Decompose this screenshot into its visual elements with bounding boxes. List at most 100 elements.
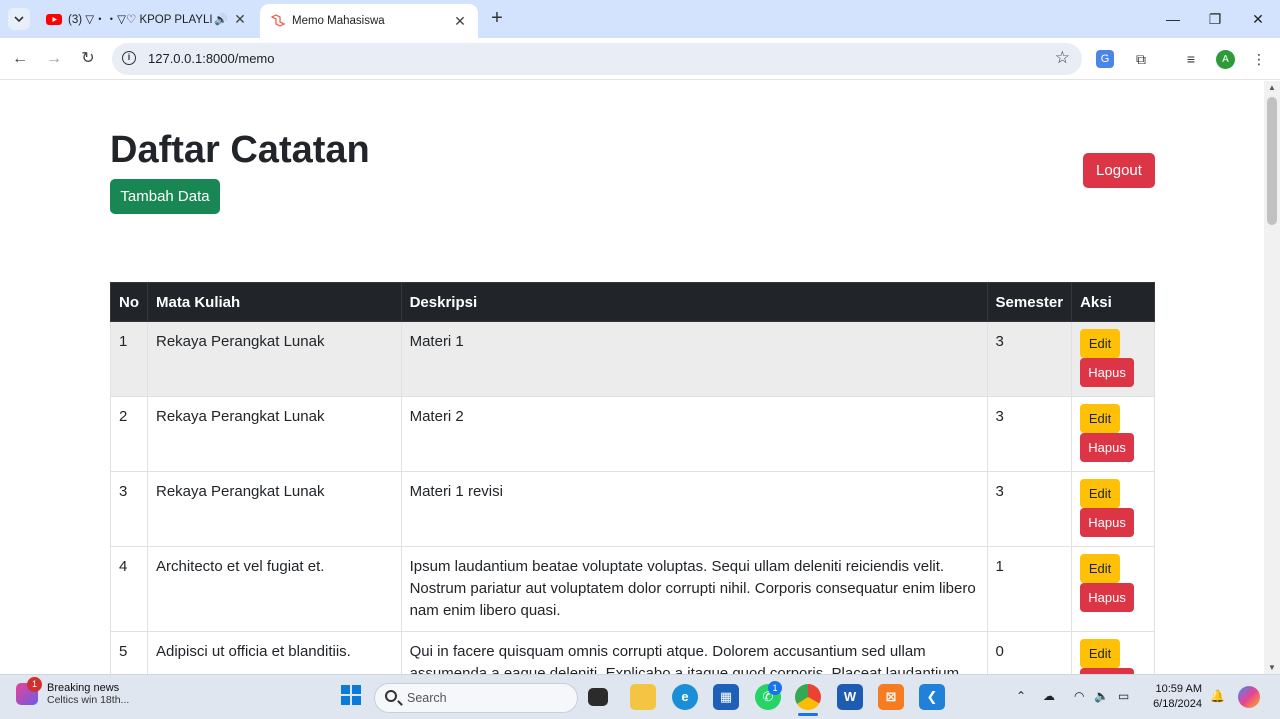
cell-no: 4 <box>110 546 148 632</box>
cell-deskripsi: Ipsum laudantium beatae voluptate volupt… <box>400 546 988 632</box>
cell-mata-kuliah: Rekaya Perangkat Lunak <box>147 471 402 547</box>
file-explorer-icon[interactable] <box>630 684 656 710</box>
cell-semester: 0 <box>986 631 1073 674</box>
delete-button[interactable]: Hapus <box>1080 508 1135 537</box>
header-mata-kuliah: Mata Kuliah <box>147 282 402 322</box>
page-title: Daftar Catatan <box>110 129 370 171</box>
scrollbar-thumb[interactable] <box>1267 97 1277 225</box>
task-view-icon[interactable] <box>588 688 608 706</box>
delete-button[interactable]: Hapus <box>1080 433 1135 462</box>
translate-icon[interactable]: G <box>1096 50 1114 68</box>
table-header-row: No Mata Kuliah Deskripsi Semester Aksi <box>110 282 1155 322</box>
word-icon[interactable]: W <box>837 684 863 710</box>
xampp-icon[interactable]: ⊠ <box>878 684 904 710</box>
forward-icon[interactable]: → <box>42 47 66 71</box>
news-title: Breaking news <box>47 682 120 694</box>
system-clock[interactable]: 10:59 AM 6/18/2024 <box>1146 682 1202 712</box>
volume-icon[interactable]: 🔈 <box>1094 689 1109 703</box>
speaker-icon[interactable]: 🔊 <box>214 13 232 26</box>
chrome-icon[interactable] <box>795 684 821 710</box>
cell-semester: 3 <box>986 396 1073 472</box>
page-content: Daftar Catatan Tambah Data Logout No Mat… <box>0 81 1264 674</box>
site-info-icon[interactable]: i <box>122 51 136 65</box>
cell-no: 2 <box>110 396 148 472</box>
tab-title: (3) ▽・・▽♡ KPOP PLAYLI <box>68 14 213 26</box>
cell-deskripsi: Materi 1 revisi <box>400 471 988 547</box>
edit-button[interactable]: Edit <box>1080 554 1121 583</box>
news-subtitle: Celtics win 18th... <box>47 694 130 706</box>
table-row: 1 Rekaya Perangkat Lunak Materi 1 3 Edit… <box>110 321 1155 397</box>
logout-button[interactable]: Logout <box>1083 153 1155 188</box>
edit-button[interactable]: Edit <box>1080 329 1121 358</box>
cell-deskripsi: Materi 2 <box>400 396 988 472</box>
windows-taskbar: 1 Breaking news Celtics win 18th... Sear… <box>0 674 1280 719</box>
battery-icon[interactable]: ▭ <box>1118 689 1129 703</box>
header-aksi: Aksi <box>1071 282 1155 322</box>
onedrive-icon[interactable]: ☁ <box>1043 689 1055 703</box>
taskbar-search[interactable]: Search <box>374 683 578 713</box>
delete-button[interactable]: Hapus <box>1080 583 1135 612</box>
tab-strip: (3) ▽・・▽♡ KPOP PLAYLI 🔊 ✕ Memo Mahasiswa… <box>0 0 1280 38</box>
bookmark-star-icon[interactable]: ☆ <box>1055 48 1070 68</box>
news-widget[interactable]: 1 Breaking news Celtics win 18th... <box>16 677 130 706</box>
table-row: 2 Rekaya Perangkat Lunak Materi 2 3 Edit… <box>110 396 1155 472</box>
scroll-down-icon[interactable]: ▼ <box>1268 663 1276 672</box>
media-control-icon[interactable]: ≡ <box>1180 48 1202 70</box>
header-deskripsi: Deskripsi <box>400 282 988 322</box>
cell-aksi: Edit Hapus <box>1071 396 1155 472</box>
clock-time: 10:59 AM <box>1155 683 1202 695</box>
edit-button[interactable]: Edit <box>1080 479 1121 508</box>
browser-toolbar: ← → ↻ i 127.0.0.1:8000/memo ☆ G ⧉ ≡ ⋮ <box>0 38 1280 80</box>
cell-semester: 3 <box>986 321 1073 397</box>
close-tab-icon[interactable]: ✕ <box>452 13 468 30</box>
cell-mata-kuliah: Architecto et vel fugiat et. <box>147 546 402 632</box>
minimize-icon[interactable]: — <box>1155 6 1191 32</box>
active-app-indicator <box>798 713 818 716</box>
notification-bell-icon[interactable]: 🔔 <box>1210 689 1225 703</box>
edit-button[interactable]: Edit <box>1080 404 1121 433</box>
cell-aksi: Edit Hapus <box>1071 546 1155 632</box>
cell-mata-kuliah: Adipisci ut officia et blanditiis. <box>147 631 402 674</box>
header-semester: Semester <box>986 282 1073 322</box>
cell-aksi: Edit Hapus <box>1071 631 1155 674</box>
restore-icon[interactable]: ❐ <box>1197 6 1233 32</box>
edge-icon[interactable]: e <box>672 684 698 710</box>
cell-mata-kuliah: Rekaya Perangkat Lunak <box>147 321 402 397</box>
tab-youtube[interactable]: (3) ▽・・▽♡ KPOP PLAYLI 🔊 ✕ <box>38 4 256 34</box>
page-scrollbar[interactable]: ▲ ▼ <box>1264 81 1280 674</box>
address-bar[interactable]: i 127.0.0.1:8000/memo ☆ <box>112 43 1082 75</box>
tray-overflow-icon[interactable]: ⌃ <box>1016 689 1026 703</box>
laravel-icon <box>270 14 286 27</box>
search-icon <box>385 690 397 702</box>
cell-mata-kuliah: Rekaya Perangkat Lunak <box>147 396 402 472</box>
url-text[interactable]: 127.0.0.1:8000/memo <box>148 51 274 66</box>
add-data-button[interactable]: Tambah Data <box>110 179 220 214</box>
delete-button[interactable]: Hapus <box>1080 358 1135 387</box>
wifi-icon[interactable]: ◠ <box>1074 689 1084 703</box>
cell-deskripsi: Qui in facere quisquam omnis corrupti at… <box>400 631 988 674</box>
tab-search-button[interactable] <box>8 8 30 30</box>
notification-badge: 1 <box>27 677 42 692</box>
news-icon: 1 <box>16 677 42 705</box>
start-icon[interactable] <box>338 684 364 710</box>
tab-title: Memo Mahasiswa <box>292 15 385 27</box>
cell-no: 3 <box>110 471 148 547</box>
store-icon[interactable]: ▦ <box>713 684 739 710</box>
new-tab-button[interactable]: + <box>486 8 508 30</box>
cell-aksi: Edit Hapus <box>1071 321 1155 397</box>
vscode-icon[interactable]: ❮ <box>919 684 945 710</box>
profile-avatar[interactable]: A <box>1216 50 1235 69</box>
cell-no: 1 <box>110 321 148 397</box>
whatsapp-badge: 1 <box>768 681 782 695</box>
edit-button[interactable]: Edit <box>1080 639 1121 668</box>
reload-icon[interactable]: ↻ <box>76 47 100 71</box>
close-tab-icon[interactable]: ✕ <box>232 11 248 28</box>
tab-memo-mahasiswa[interactable]: Memo Mahasiswa ✕ <box>260 4 478 38</box>
cell-aksi: Edit Hapus <box>1071 471 1155 547</box>
back-icon[interactable]: ← <box>8 47 32 71</box>
scroll-up-icon[interactable]: ▲ <box>1268 83 1276 92</box>
copilot-icon[interactable] <box>1238 686 1260 708</box>
menu-dots-icon[interactable]: ⋮ <box>1248 48 1270 70</box>
close-window-icon[interactable]: ✕ <box>1240 6 1276 32</box>
extensions-icon[interactable]: ⧉ <box>1130 48 1152 70</box>
